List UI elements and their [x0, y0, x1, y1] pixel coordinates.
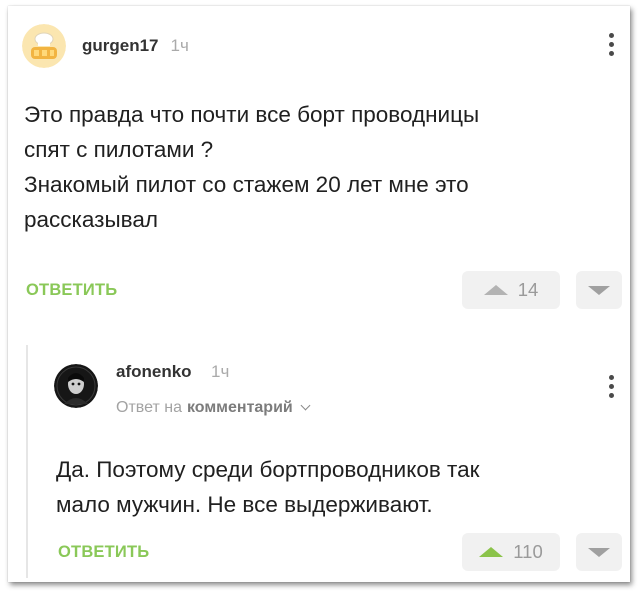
downvote-button[interactable] [576, 271, 622, 309]
reply-button[interactable]: ОТВЕТИТЬ [26, 281, 117, 300]
comment-time: 1ч [170, 36, 189, 55]
downvote-button[interactable] [576, 533, 622, 571]
downvote-arrow-icon [588, 285, 610, 295]
reply-to-target: комментарий [186, 399, 293, 416]
more-options-icon[interactable] [609, 375, 615, 401]
comment-text-line: Это правда что почти все борт проводницы [24, 102, 480, 127]
upvote-button[interactable]: 14 [462, 271, 560, 309]
comment-text: Это правда что почти все борт проводницы… [24, 97, 479, 237]
upvote-arrow-icon [479, 547, 504, 557]
comment-thread: gurgen17 1ч Это правда что почти все бор… [8, 6, 630, 582]
upvote-button[interactable]: 110 [462, 533, 560, 571]
comment-header: gurgen17 1ч [22, 24, 189, 68]
reply-text: Да. Поэтому среди бортпроводников так ма… [56, 452, 479, 522]
comment-text-line: Знакомый пилот со стажем 20 лет мне это [24, 172, 469, 197]
dark-portrait-icon[interactable] [54, 364, 98, 408]
reply-to-link[interactable]: Ответ на комментарий [116, 399, 311, 417]
comment-text-line: рассказывал [24, 207, 158, 232]
vote-count: 110 [513, 541, 543, 562]
downvote-arrow-icon [588, 547, 610, 557]
comment-username[interactable]: gurgen17 [82, 36, 159, 56]
comment-text-line: спят с пилотами ? [24, 137, 214, 162]
chef-bread-icon[interactable] [22, 24, 66, 68]
reply-text-line: мало мужчин. Не все выдерживают. [56, 492, 433, 517]
chevron-down-icon [300, 400, 311, 411]
reply-time: 1ч [211, 362, 230, 381]
vote-count: 14 [517, 279, 539, 300]
more-options-icon[interactable] [609, 33, 615, 59]
thread-line [26, 345, 28, 578]
reply-text-line: Да. Поэтому среди бортпроводников так [56, 457, 480, 482]
reply-button[interactable]: ОТВЕТИТЬ [58, 543, 149, 562]
reply-username[interactable]: afonenko [116, 362, 192, 382]
reply-to-prefix: Ответ на [116, 399, 182, 416]
reply-header [54, 364, 98, 408]
upvote-arrow-icon [483, 285, 508, 295]
